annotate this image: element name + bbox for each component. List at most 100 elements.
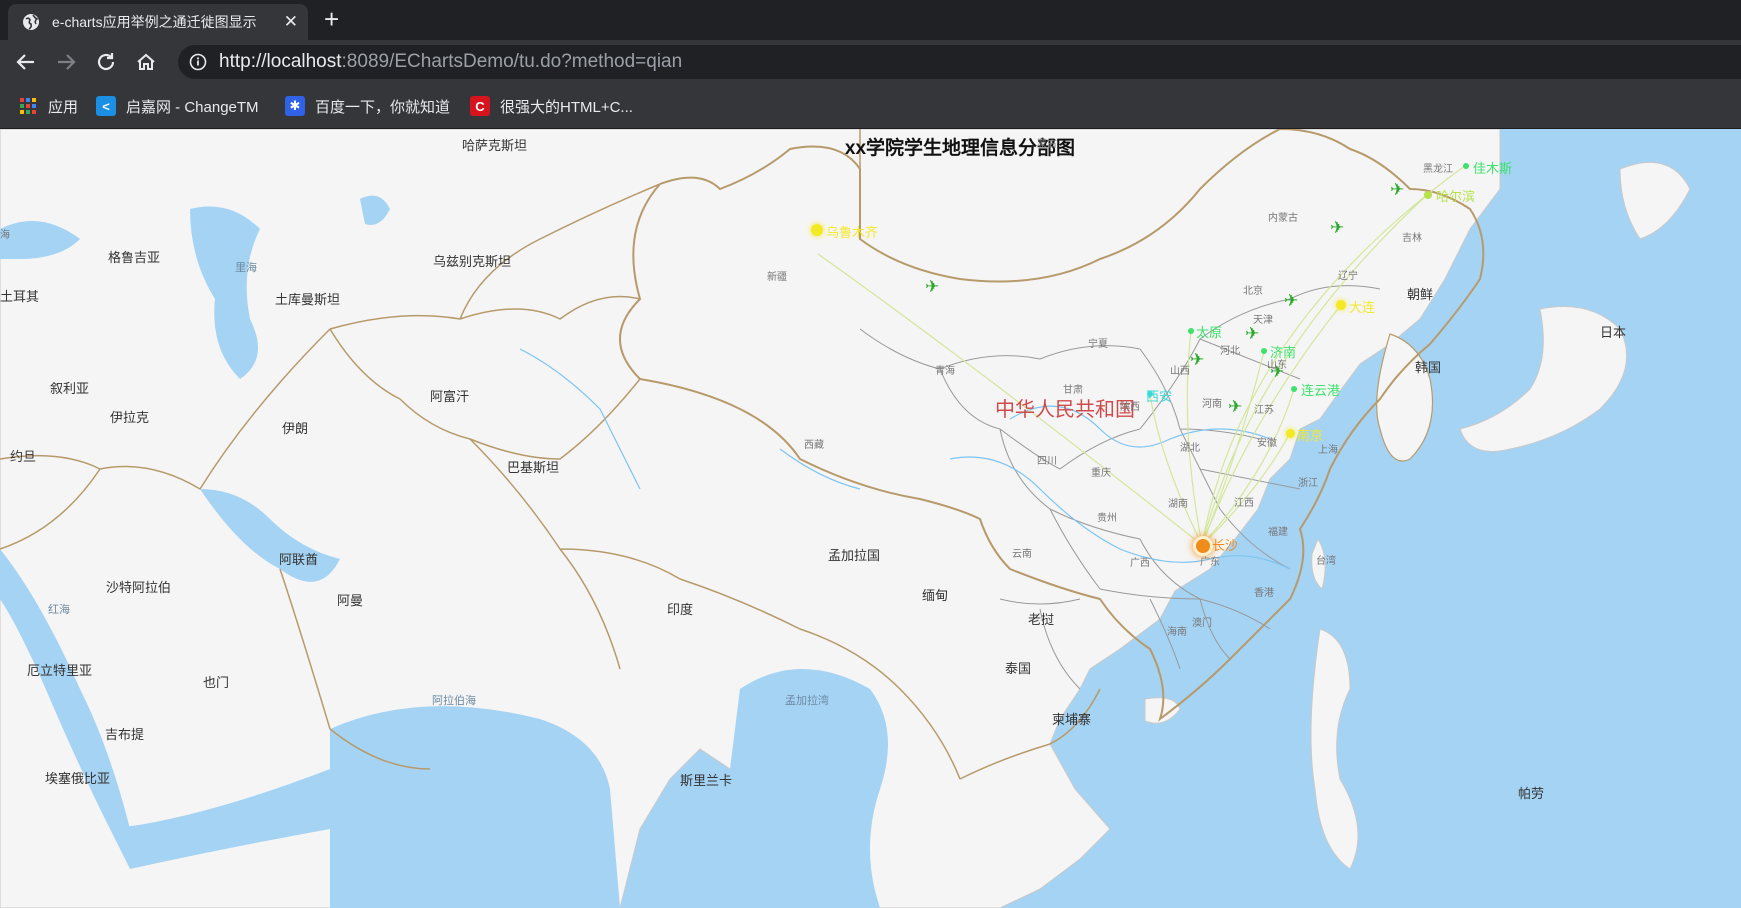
forward-arrow-icon <box>58 54 76 70</box>
province-label: 安徽 <box>1257 438 1277 449</box>
province-label: 河南 <box>1202 399 1222 410</box>
url-path: :8089/EChartsDemo/tu.do?method=qian <box>341 51 683 72</box>
red-c-icon: C <box>470 96 490 116</box>
province-label: 四川 <box>1037 456 1057 467</box>
city-marker[interactable] <box>1424 191 1432 199</box>
city-label: 连云港 <box>1301 383 1341 398</box>
city-label: 哈尔滨 <box>1436 189 1476 204</box>
province-label: 浙江 <box>1298 478 1318 489</box>
province-label: 海南 <box>1167 627 1187 638</box>
plane-icon: ✈ <box>1228 397 1242 417</box>
tab-title: e-charts应用举例之通迁徙图显示 <box>52 14 257 30</box>
map-label: 巴基斯坦 <box>507 460 560 475</box>
map-label: 里海 <box>235 262 257 274</box>
province-label: 湖北 <box>1180 443 1200 454</box>
city-marker[interactable] <box>1291 386 1297 392</box>
province-label: 台湾 <box>1316 556 1336 567</box>
bookmark-baidu[interactable]: ✱ 百度一下，你就知道 <box>285 94 450 118</box>
plane-icon: ✈ <box>1330 218 1344 238</box>
map-label: 乌兹别克斯坦 <box>433 254 512 269</box>
city-label: 太原 <box>1196 325 1223 340</box>
province-label: 江西 <box>1234 498 1254 509</box>
navigation-bar: http://localhost:8089/EChartsDemo/tu.do?… <box>0 40 1741 84</box>
map-label: 伊朗 <box>282 421 309 436</box>
url-host: http://localhost <box>219 51 342 72</box>
province-label: 辽宁 <box>1338 271 1358 282</box>
province-label: 天津 <box>1253 315 1273 326</box>
plane-icon: ✈ <box>1190 350 1204 370</box>
reload-button[interactable] <box>94 50 118 74</box>
city-marker[interactable] <box>1188 328 1194 334</box>
province-label: 湖南 <box>1168 499 1188 510</box>
map-label: 吉布提 <box>105 727 145 742</box>
forward-button[interactable] <box>54 50 78 74</box>
map-label: 叙利亚 <box>50 381 90 396</box>
map-label: 约旦 <box>10 449 37 464</box>
address-bar[interactable]: http://localhost:8089/EChartsDemo/tu.do?… <box>178 45 1741 79</box>
map-label: 哈萨克斯坦 <box>462 138 528 153</box>
map-label: 帕劳 <box>1518 786 1545 801</box>
province-label: 广西 <box>1130 558 1150 569</box>
map-label: 埃塞俄比亚 <box>45 771 111 786</box>
province-label: 江苏 <box>1254 405 1274 416</box>
map-label: 土耳其 <box>0 289 40 304</box>
tab-strip: e-charts应用举例之通迁徙图显示 ✕ + <box>0 0 1741 40</box>
reload-icon <box>97 53 115 71</box>
plane-icon: ✈ <box>925 277 939 297</box>
city-label: 佳木斯 <box>1473 161 1513 176</box>
map-label: 印度 <box>667 602 694 617</box>
map-canvas[interactable]: ✈ ✈ ✈ ✈ ✈ ✈ ✈ ✈ <box>0 129 1741 908</box>
city-marker[interactable] <box>1463 163 1469 169</box>
province-label: 宁夏 <box>1088 339 1108 350</box>
bookmark-label: 百度一下，你就知道 <box>315 98 451 116</box>
back-button[interactable] <box>14 50 38 74</box>
map-title: xx学院学生地理信息分部图 <box>844 138 1076 159</box>
map-label: 斯里兰卡 <box>680 773 733 788</box>
map-label: 日本 <box>1600 325 1627 340</box>
active-tab[interactable]: e-charts应用举例之通迁徙图显示 ✕ <box>8 4 308 40</box>
map-label: 朝鲜 <box>1407 287 1434 302</box>
province-label: 云南 <box>1012 549 1032 560</box>
city-marker[interactable] <box>1286 429 1295 438</box>
province-label: 新疆 <box>767 272 787 283</box>
bookmark-apps[interactable]: 应用 <box>18 94 78 118</box>
map-label: 也门 <box>203 675 230 690</box>
bookmark-label: 启嘉网 - ChangeTM <box>126 98 259 116</box>
home-icon <box>137 53 155 70</box>
province-label: 澳门 <box>1192 618 1212 629</box>
map-page: ✈ ✈ ✈ ✈ ✈ ✈ ✈ ✈ xx学院学生地理信息分部图 中华人民共和国 哈萨… <box>0 129 1741 908</box>
map-label: 韩国 <box>1415 360 1442 375</box>
map-label: 蒙古 <box>1037 139 1057 150</box>
bookmark-html-css[interactable]: C 很强大的HTML+C... <box>470 94 633 118</box>
province-label: 西藏 <box>804 440 824 451</box>
map-label: 海 <box>0 230 10 241</box>
city-label: 乌鲁木齐 <box>826 225 879 240</box>
bookmark-changetm[interactable]: < 启嘉网 - ChangeTM <box>96 94 259 118</box>
map-label: 阿拉伯海 <box>432 695 476 707</box>
plane-icon: ✈ <box>1390 180 1404 200</box>
province-label: 贵州 <box>1097 513 1117 524</box>
map-label: 阿曼 <box>337 593 364 608</box>
map-label: 孟加拉湾 <box>785 695 829 707</box>
province-label: 青海 <box>935 366 955 377</box>
map-label: 厄立特里亚 <box>27 663 93 678</box>
map-label: 缅甸 <box>922 588 949 603</box>
url-text: http://localhost:8089/EChartsDemo/tu.do?… <box>219 51 682 73</box>
province-label: 香港 <box>1254 588 1274 599</box>
province-label: 北京 <box>1243 286 1263 297</box>
map-label: 红海 <box>48 604 70 616</box>
new-tab-button[interactable]: + <box>324 6 339 32</box>
city-marker[interactable] <box>811 224 823 236</box>
close-tab-icon[interactable]: ✕ <box>284 12 298 32</box>
city-marker[interactable] <box>1336 300 1346 310</box>
home-button[interactable] <box>134 50 158 74</box>
city-marker-source[interactable] <box>1193 536 1213 556</box>
province-label: 甘肃 <box>1063 385 1083 396</box>
info-icon[interactable] <box>189 53 207 71</box>
map-label: 土库曼斯坦 <box>275 292 341 307</box>
city-marker[interactable] <box>1261 348 1267 354</box>
map-label: 格鲁吉亚 <box>108 250 161 265</box>
city-label: 长沙 <box>1212 538 1239 553</box>
province-label: 黑龙江 <box>1423 164 1453 175</box>
bookmarks-bar: 应用 < 启嘉网 - ChangeTM ✱ 百度一下，你就知道 C 很强大的HT… <box>0 84 1741 129</box>
